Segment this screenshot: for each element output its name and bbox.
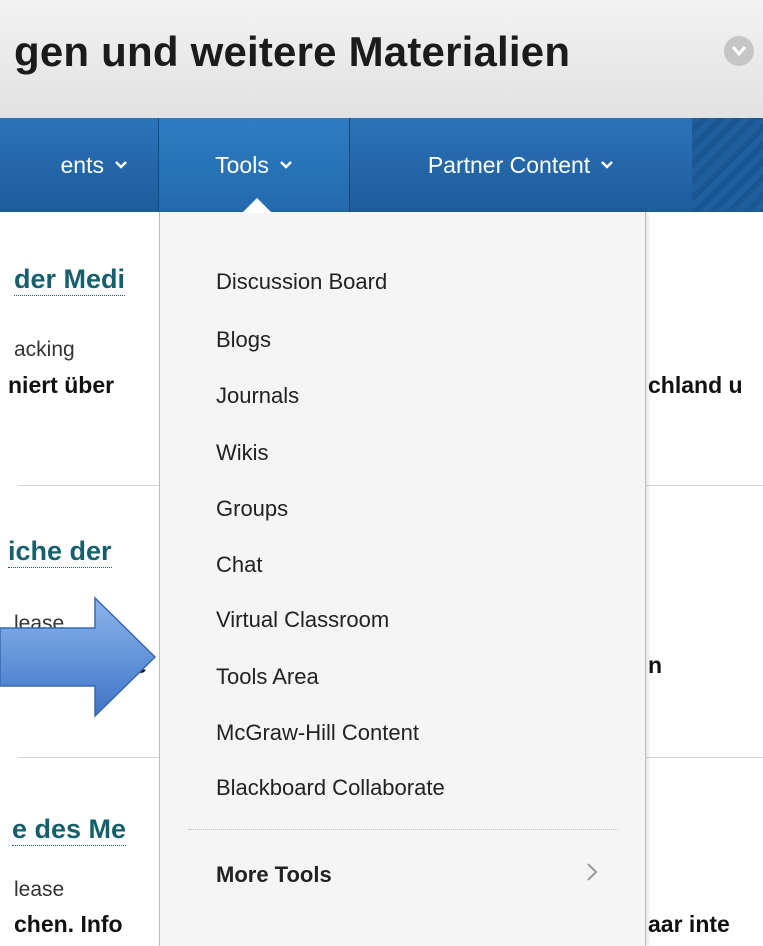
tab-label: ents <box>60 151 104 178</box>
menu-item-blackboard-collaborate[interactable]: Blackboard Collaborate <box>216 775 445 801</box>
tools-dropdown-menu: Discussion Board Blogs Journals Wikis Gr… <box>159 212 646 946</box>
section-heading-link[interactable]: der Medi <box>14 264 126 296</box>
section-description-tail: aar inte <box>648 911 730 937</box>
menu-item-virtual-classroom[interactable]: Virtual Classroom <box>216 607 389 633</box>
menu-item-more-tools[interactable]: More Tools <box>216 862 332 888</box>
tab-label: Partner Content <box>427 151 591 178</box>
menu-item-discussion-board[interactable]: Discussion Board <box>216 269 387 295</box>
menu-item-groups[interactable]: Groups <box>216 496 288 522</box>
menu-item-chat[interactable]: Chat <box>216 552 262 578</box>
annotation-arrow-icon <box>0 596 160 723</box>
section-meta: acking <box>14 338 75 361</box>
section-description-tail: n <box>648 652 663 678</box>
dropdown-pointer <box>242 198 272 213</box>
tab-label: Tools <box>215 151 269 178</box>
course-nav-tabbar: ents Tools Partner Content <box>0 118 763 212</box>
section-description: chen. Info <box>14 911 123 937</box>
menu-item-blogs[interactable]: Blogs <box>216 327 271 353</box>
page-header: gen und weitere Materialien <box>0 0 763 118</box>
chevron-down-icon <box>114 160 128 170</box>
chevron-down-icon <box>279 160 293 170</box>
chevron-right-icon <box>586 862 598 887</box>
chevron-down-icon <box>600 160 614 170</box>
section-meta: lease <box>14 878 65 901</box>
menu-item-mcgraw-hill-content[interactable]: McGraw-Hill Content <box>216 720 419 746</box>
menu-item-tools-area[interactable]: Tools Area <box>216 664 319 690</box>
tab-partner-content[interactable]: Partner Content <box>350 118 692 212</box>
title-options-chevron-icon[interactable] <box>724 36 754 66</box>
menu-item-wikis[interactable]: Wikis <box>216 440 269 466</box>
tabbar-decoration <box>692 118 763 212</box>
page-title: gen und weitere Materialien <box>14 28 571 75</box>
section-description-tail: chland u <box>648 372 743 398</box>
section-description: niert über <box>8 372 115 398</box>
section-heading-link[interactable]: iche der <box>8 536 112 568</box>
tab-assessments[interactable]: ents <box>0 118 158 212</box>
section-heading-link[interactable]: e des Me <box>12 814 127 846</box>
menu-item-journals[interactable]: Journals <box>216 383 299 409</box>
menu-separator <box>188 829 618 830</box>
